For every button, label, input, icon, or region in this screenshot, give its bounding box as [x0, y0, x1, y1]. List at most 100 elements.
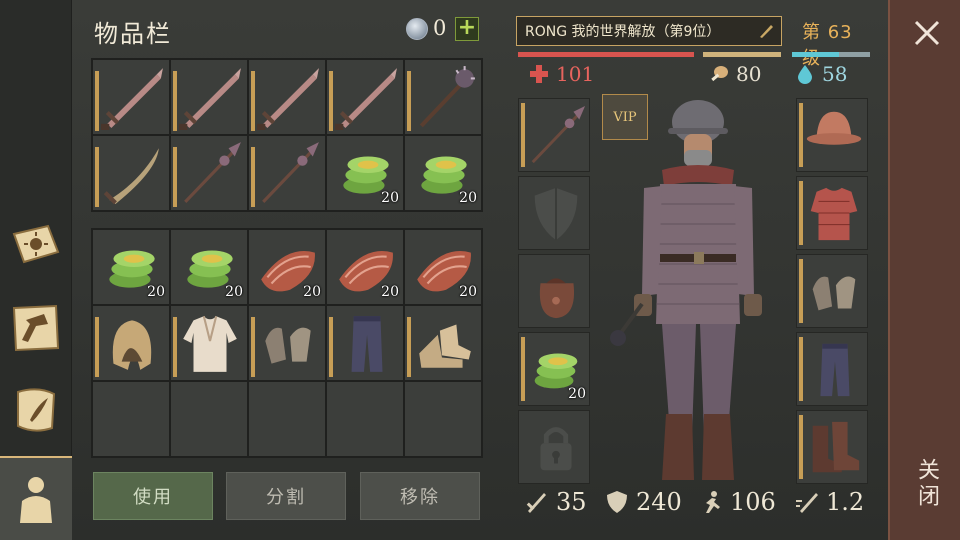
inventory-slot[interactable]	[327, 60, 403, 134]
add-currency-button[interactable]: +	[455, 17, 479, 41]
item-quantity: 20	[381, 190, 399, 206]
water-value: 58	[822, 62, 848, 86]
character-name-box[interactable]: RONG 我的世界解放（第9位）	[516, 16, 782, 46]
inventory-slot[interactable]	[249, 60, 325, 134]
inventory-grid-top: 20 20	[91, 58, 483, 212]
lock-icon	[540, 427, 572, 471]
scroll-quill-icon	[17, 388, 56, 432]
inventory-slot[interactable]	[93, 136, 169, 210]
empty-inventory-slot[interactable]	[93, 382, 169, 456]
health-bar	[518, 52, 694, 57]
inventory-slot[interactable]: 20	[405, 136, 481, 210]
shield-icon	[534, 187, 578, 241]
item-quantity: 20	[303, 284, 321, 300]
close-icon[interactable]	[912, 18, 942, 48]
inventory-slot[interactable]	[249, 306, 325, 380]
equipment-slot-left[interactable]: 20	[518, 332, 590, 406]
inventory-slot[interactable]: 20	[93, 230, 169, 304]
character-name: RONG 我的世界解放（第9位）	[525, 24, 721, 40]
use-button[interactable]: 使用	[93, 472, 213, 520]
spear-icon	[184, 142, 241, 203]
inventory-slot[interactable]	[93, 306, 169, 380]
character-icon	[20, 477, 52, 523]
gem-coin-icon	[406, 18, 428, 40]
inventory-slot[interactable]	[171, 60, 247, 134]
armor-value: 240	[636, 488, 682, 516]
hood-icon	[112, 320, 152, 370]
equipment-slot-right[interactable]	[796, 98, 868, 172]
gloves-icon	[265, 327, 311, 364]
tab-crafting[interactable]	[4, 296, 68, 360]
equipment-slot-left[interactable]	[518, 98, 590, 172]
sword-icon	[257, 68, 319, 130]
equipment-slot-right[interactable]	[796, 176, 868, 250]
equipment-slot-left[interactable]	[518, 254, 590, 328]
item-quantity: 20	[381, 284, 399, 300]
equipment-slot-right[interactable]	[796, 332, 868, 406]
empty-inventory-slot[interactable]	[327, 382, 403, 456]
inventory-slot[interactable]: 20	[171, 230, 247, 304]
item-quantity: 20	[225, 284, 243, 300]
item-quantity: 20	[568, 386, 586, 402]
gloves-icon	[812, 276, 856, 311]
inventory-slot[interactable]	[171, 136, 247, 210]
shoes-icon	[419, 324, 471, 368]
inventory-slot[interactable]: 20	[327, 230, 403, 304]
water-stat: 58	[794, 62, 847, 86]
shirt-icon	[183, 315, 237, 372]
speed-value: 106	[730, 488, 776, 516]
inventory-slot[interactable]	[405, 306, 481, 380]
close-panel[interactable]: 关闭	[888, 0, 960, 540]
pants-icon	[351, 316, 383, 372]
equipment-slot-left[interactable]	[518, 410, 590, 484]
item-quantity: 20	[459, 284, 477, 300]
inventory-grid-bottom: 20 20 20 20 20	[91, 228, 483, 458]
equipment-slot-left[interactable]	[518, 176, 590, 250]
combat-stats: 35 240 106 1.2	[512, 482, 878, 522]
sword-stat-icon	[526, 493, 546, 513]
character-model	[610, 100, 762, 480]
remove-button[interactable]: 移除	[360, 472, 480, 520]
inventory-slot[interactable]	[249, 136, 325, 210]
inventory-slot[interactable]: 20	[327, 136, 403, 210]
inventory-slot[interactable]: 20	[249, 230, 325, 304]
chainmail-icon	[810, 187, 858, 241]
currency-value: 0	[433, 16, 447, 40]
shield-stat-icon	[607, 491, 627, 513]
tab-skills[interactable]	[4, 212, 68, 276]
empty-inventory-slot[interactable]	[405, 382, 481, 456]
hammer-icon	[12, 304, 60, 352]
attack-stat: 35	[524, 488, 587, 516]
empty-inventory-slot[interactable]	[171, 382, 247, 456]
water-drop-icon	[798, 65, 812, 84]
health-cross-icon	[530, 65, 548, 83]
speed-stat: 106	[698, 488, 776, 516]
inventory-slot[interactable]	[93, 60, 169, 134]
sword-icon	[101, 68, 163, 130]
equipment-slot-right[interactable]	[796, 254, 868, 328]
attack-speed-value: 1.2	[826, 488, 865, 516]
helmet-icon	[806, 111, 862, 145]
empty-inventory-slot[interactable]	[249, 382, 325, 456]
tab-character[interactable]	[0, 456, 72, 540]
equipment-slot-right[interactable]	[796, 410, 868, 484]
split-button[interactable]: 分割	[226, 472, 346, 520]
mace-icon	[419, 66, 475, 128]
sword-icon	[335, 68, 397, 130]
edit-quill-icon[interactable]	[757, 22, 775, 40]
attack-value: 35	[556, 488, 587, 516]
tab-quests[interactable]	[4, 378, 68, 442]
inventory-slot[interactable]	[171, 306, 247, 380]
close-label[interactable]: 关闭	[910, 458, 942, 510]
drumstick-icon	[711, 66, 728, 82]
spear-icon	[531, 105, 586, 164]
sword-icon	[179, 68, 241, 130]
inventory-slot[interactable]	[405, 60, 481, 134]
inventory-slot[interactable]: 20	[405, 230, 481, 304]
armor-stat: 240	[604, 488, 682, 516]
food-value: 80	[736, 62, 762, 86]
swift-sword-icon	[796, 493, 818, 513]
character-panel: RONG 我的世界解放（第9位） 第 63 级 101 80 58 20 VIP	[512, 12, 878, 532]
inventory-title: 物品栏	[94, 20, 172, 48]
inventory-slot[interactable]	[327, 306, 403, 380]
